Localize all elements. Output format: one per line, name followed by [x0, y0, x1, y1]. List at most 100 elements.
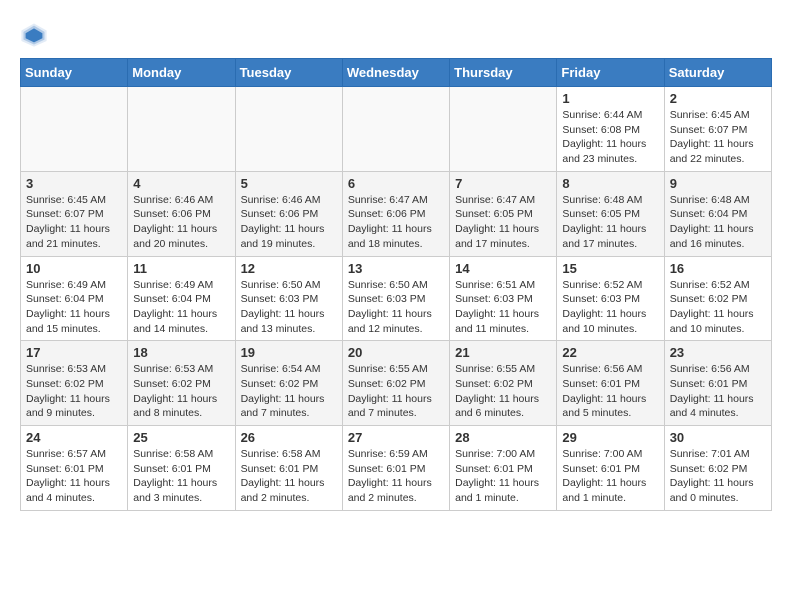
day-info: Sunrise: 6:50 AM Sunset: 6:03 PM Dayligh…	[241, 278, 337, 337]
day-number: 3	[26, 176, 122, 191]
day-number: 21	[455, 345, 551, 360]
calendar-cell: 13Sunrise: 6:50 AM Sunset: 6:03 PM Dayli…	[342, 256, 449, 341]
calendar-cell: 29 Sunrise: 7:00 AM Sunset: 6:01 PM Dayli…	[557, 426, 664, 511]
day-number: 19	[241, 345, 337, 360]
col-wednesday: Wednesday	[342, 59, 449, 87]
calendar-cell: 26 Sunrise: 6:58 AM Sunset: 6:01 PM Dayli…	[235, 426, 342, 511]
day-info: Sunrise: 6:57 AM Sunset: 6:01 PM Dayligh…	[26, 447, 122, 506]
calendar-cell: 9 Sunrise: 6:48 AM Sunset: 6:04 PM Daylig…	[664, 171, 771, 256]
day-number: 28	[455, 430, 551, 445]
day-info: Sunrise: 6:49 AM Sunset: 6:04 PM Dayligh…	[26, 278, 122, 337]
day-info: Sunrise: 6:46 AM Sunset: 6:06 PM Dayligh…	[133, 193, 229, 252]
calendar-cell: 22 Sunrise: 6:56 AM Sunset: 6:01 PM Dayli…	[557, 341, 664, 426]
day-number: 6	[348, 176, 444, 191]
calendar-cell: 3Sunrise: 6:45 AM Sunset: 6:07 PM Daylig…	[21, 171, 128, 256]
day-number: 5	[241, 176, 337, 191]
day-info: Sunrise: 6:51 AM Sunset: 6:03 PM Dayligh…	[455, 278, 551, 337]
calendar-week-1: 1 Sunrise: 6:44 AM Sunset: 6:08 PM Daylig…	[21, 87, 772, 172]
header-row: Sunday Monday Tuesday Wednesday Thursday…	[21, 59, 772, 87]
col-friday: Friday	[557, 59, 664, 87]
calendar-cell	[450, 87, 557, 172]
day-info: Sunrise: 6:44 AM Sunset: 6:08 PM Dayligh…	[562, 108, 658, 167]
calendar-cell: 23Sunrise: 6:56 AM Sunset: 6:01 PM Dayli…	[664, 341, 771, 426]
calendar-table: Sunday Monday Tuesday Wednesday Thursday…	[20, 58, 772, 511]
calendar-cell: 18 Sunrise: 6:53 AM Sunset: 6:02 PM Dayli…	[128, 341, 235, 426]
calendar-week-2: 3Sunrise: 6:45 AM Sunset: 6:07 PM Daylig…	[21, 171, 772, 256]
calendar-cell	[21, 87, 128, 172]
day-info: Sunrise: 6:59 AM Sunset: 6:01 PM Dayligh…	[348, 447, 444, 506]
calendar-cell: 7 Sunrise: 6:47 AM Sunset: 6:05 PM Daylig…	[450, 171, 557, 256]
day-number: 22	[562, 345, 658, 360]
day-number: 14	[455, 261, 551, 276]
day-info: Sunrise: 6:53 AM Sunset: 6:02 PM Dayligh…	[26, 362, 122, 421]
day-number: 4	[133, 176, 229, 191]
day-info: Sunrise: 6:56 AM Sunset: 6:01 PM Dayligh…	[562, 362, 658, 421]
day-info: Sunrise: 6:46 AM Sunset: 6:06 PM Dayligh…	[241, 193, 337, 252]
calendar-cell: 8 Sunrise: 6:48 AM Sunset: 6:05 PM Daylig…	[557, 171, 664, 256]
day-number: 26	[241, 430, 337, 445]
day-number: 2	[670, 91, 766, 106]
calendar-body: 1 Sunrise: 6:44 AM Sunset: 6:08 PM Daylig…	[21, 87, 772, 511]
day-info: Sunrise: 6:52 AM Sunset: 6:03 PM Dayligh…	[562, 278, 658, 337]
calendar-cell	[235, 87, 342, 172]
day-number: 9	[670, 176, 766, 191]
calendar-week-5: 24 Sunrise: 6:57 AM Sunset: 6:01 PM Dayli…	[21, 426, 772, 511]
col-monday: Monday	[128, 59, 235, 87]
day-info: Sunrise: 6:50 AM Sunset: 6:03 PM Dayligh…	[348, 278, 444, 337]
calendar-cell: 20Sunrise: 6:55 AM Sunset: 6:02 PM Dayli…	[342, 341, 449, 426]
day-number: 18	[133, 345, 229, 360]
day-number: 25	[133, 430, 229, 445]
day-number: 16	[670, 261, 766, 276]
day-info: Sunrise: 7:01 AM Sunset: 6:02 PM Dayligh…	[670, 447, 766, 506]
day-info: Sunrise: 6:55 AM Sunset: 6:02 PM Dayligh…	[455, 362, 551, 421]
day-info: Sunrise: 6:48 AM Sunset: 6:04 PM Dayligh…	[670, 193, 766, 252]
calendar-cell: 27 Sunrise: 6:59 AM Sunset: 6:01 PM Dayli…	[342, 426, 449, 511]
calendar-cell: 4 Sunrise: 6:46 AM Sunset: 6:06 PM Daylig…	[128, 171, 235, 256]
calendar-cell: 16 Sunrise: 6:52 AM Sunset: 6:02 PM Dayli…	[664, 256, 771, 341]
day-number: 15	[562, 261, 658, 276]
day-number: 11	[133, 261, 229, 276]
page-header	[20, 20, 772, 48]
day-info: Sunrise: 6:53 AM Sunset: 6:02 PM Dayligh…	[133, 362, 229, 421]
day-info: Sunrise: 6:58 AM Sunset: 6:01 PM Dayligh…	[133, 447, 229, 506]
col-thursday: Thursday	[450, 59, 557, 87]
calendar-cell: 24 Sunrise: 6:57 AM Sunset: 6:01 PM Dayli…	[21, 426, 128, 511]
calendar-header: Sunday Monday Tuesday Wednesday Thursday…	[21, 59, 772, 87]
calendar-cell: 25 Sunrise: 6:58 AM Sunset: 6:01 PM Dayli…	[128, 426, 235, 511]
logo	[20, 20, 52, 48]
day-number: 8	[562, 176, 658, 191]
day-info: Sunrise: 6:49 AM Sunset: 6:04 PM Dayligh…	[133, 278, 229, 337]
day-number: 27	[348, 430, 444, 445]
calendar-cell: 5 Sunrise: 6:46 AM Sunset: 6:06 PM Daylig…	[235, 171, 342, 256]
day-info: Sunrise: 6:47 AM Sunset: 6:06 PM Dayligh…	[348, 193, 444, 252]
day-info: Sunrise: 6:58 AM Sunset: 6:01 PM Dayligh…	[241, 447, 337, 506]
calendar-cell: 6 Sunrise: 6:47 AM Sunset: 6:06 PM Daylig…	[342, 171, 449, 256]
day-info: Sunrise: 7:00 AM Sunset: 6:01 PM Dayligh…	[455, 447, 551, 506]
day-info: Sunrise: 6:54 AM Sunset: 6:02 PM Dayligh…	[241, 362, 337, 421]
calendar-cell: 19 Sunrise: 6:54 AM Sunset: 6:02 PM Dayli…	[235, 341, 342, 426]
calendar-cell: 14 Sunrise: 6:51 AM Sunset: 6:03 PM Dayli…	[450, 256, 557, 341]
calendar-cell: 15 Sunrise: 6:52 AM Sunset: 6:03 PM Dayli…	[557, 256, 664, 341]
day-info: Sunrise: 6:52 AM Sunset: 6:02 PM Dayligh…	[670, 278, 766, 337]
day-info: Sunrise: 6:55 AM Sunset: 6:02 PM Dayligh…	[348, 362, 444, 421]
day-info: Sunrise: 6:47 AM Sunset: 6:05 PM Dayligh…	[455, 193, 551, 252]
day-number: 24	[26, 430, 122, 445]
calendar-cell	[128, 87, 235, 172]
day-info: Sunrise: 6:48 AM Sunset: 6:05 PM Dayligh…	[562, 193, 658, 252]
day-info: Sunrise: 6:45 AM Sunset: 6:07 PM Dayligh…	[670, 108, 766, 167]
calendar-cell: 12 Sunrise: 6:50 AM Sunset: 6:03 PM Dayli…	[235, 256, 342, 341]
day-info: Sunrise: 6:56 AM Sunset: 6:01 PM Dayligh…	[670, 362, 766, 421]
day-number: 7	[455, 176, 551, 191]
day-number: 30	[670, 430, 766, 445]
logo-icon	[20, 20, 48, 48]
day-number: 29	[562, 430, 658, 445]
calendar-cell: 1 Sunrise: 6:44 AM Sunset: 6:08 PM Daylig…	[557, 87, 664, 172]
day-number: 12	[241, 261, 337, 276]
calendar-cell: 11 Sunrise: 6:49 AM Sunset: 6:04 PM Dayli…	[128, 256, 235, 341]
day-info: Sunrise: 7:00 AM Sunset: 6:01 PM Dayligh…	[562, 447, 658, 506]
day-number: 1	[562, 91, 658, 106]
calendar-cell: 30 Sunrise: 7:01 AM Sunset: 6:02 PM Dayli…	[664, 426, 771, 511]
col-saturday: Saturday	[664, 59, 771, 87]
calendar-cell: 28 Sunrise: 7:00 AM Sunset: 6:01 PM Dayli…	[450, 426, 557, 511]
calendar-week-4: 17Sunrise: 6:53 AM Sunset: 6:02 PM Dayli…	[21, 341, 772, 426]
